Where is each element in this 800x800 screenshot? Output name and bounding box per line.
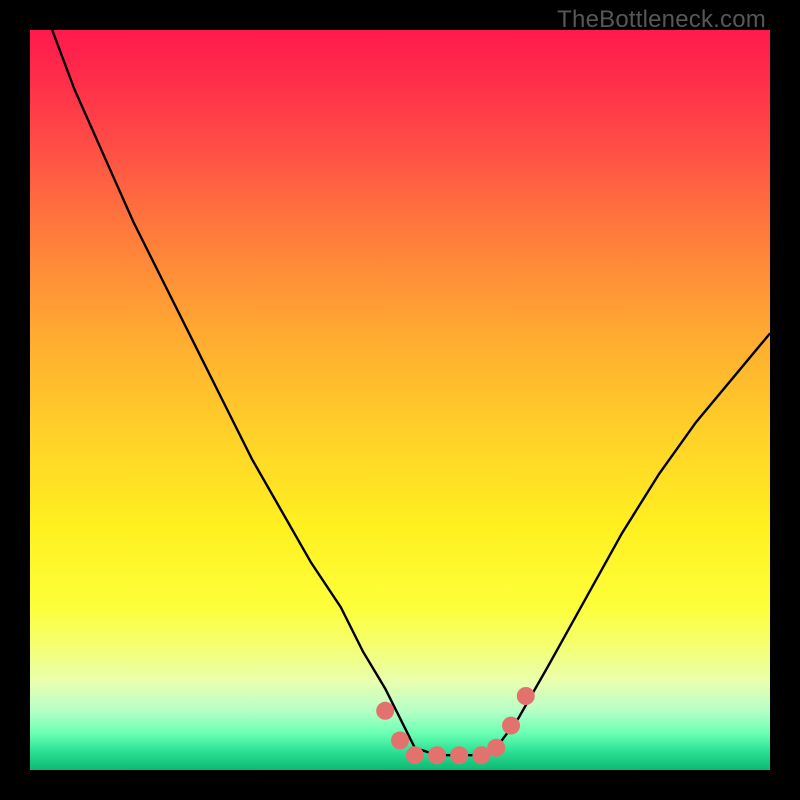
highlight-dot [502,717,520,735]
optimal-band-dots [30,30,770,770]
highlight-dot [487,739,505,757]
highlight-dot [517,687,535,705]
highlight-dot [406,746,424,764]
highlight-dot [428,746,446,764]
highlight-dot [376,702,394,720]
highlight-dot [450,746,468,764]
highlight-dot [391,731,409,749]
